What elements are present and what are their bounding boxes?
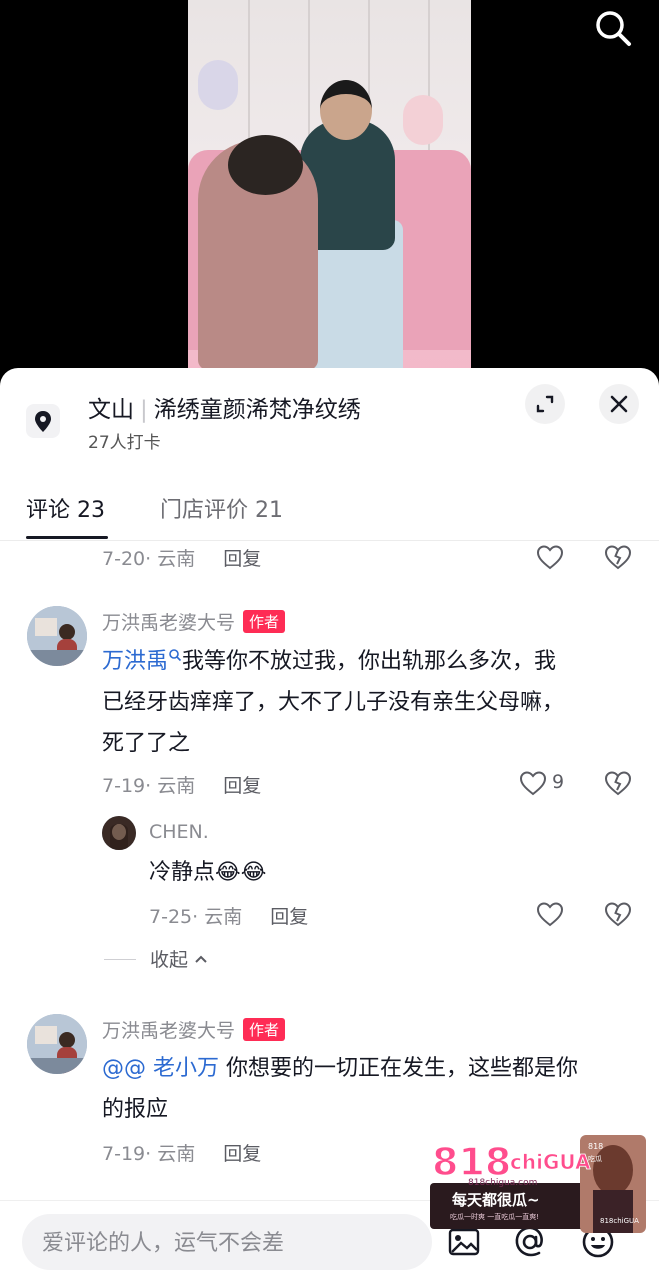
tab-comments[interactable]: 评论 23 [26, 492, 105, 524]
reply-button[interactable]: 回复 [223, 775, 261, 797]
reply-button[interactable]: 回复 [270, 906, 308, 928]
comment-meta: 7-20· 云南 回复 [102, 548, 262, 570]
comment-input[interactable] [40, 1214, 424, 1272]
comment-username[interactable]: 万洪禹老婆大号 作者 [102, 1016, 286, 1043]
mention-link[interactable]: 万洪禹 [102, 649, 168, 674]
collapse-replies-button[interactable]: 收起 [104, 945, 208, 972]
expand-button[interactable] [525, 384, 565, 424]
expand-icon [536, 395, 554, 413]
laughing-emoji: 😂😂 [215, 860, 267, 885]
location-pin-icon [26, 404, 60, 438]
close-button[interactable] [599, 384, 639, 424]
dislike-heart-icon[interactable] [603, 899, 633, 929]
comment-username[interactable]: 万洪禹老婆大号 作者 [102, 608, 286, 635]
comment-text: @@ 老小万 你想要的一切正在发生，这些都是你 的报应 [102, 1056, 578, 1122]
comment-text: 万洪禹 我等你不放过我，你出轨那么多次，我 已经牙齿痒痒了，大不了儿子没有亲生父母… [102, 649, 565, 756]
watermark-slogan: 每天都很瓜~ [452, 1191, 540, 1209]
chevron-up-icon [195, 955, 207, 963]
mention-link[interactable]: @@ 老小万 [102, 1056, 219, 1081]
comment-input-container[interactable] [22, 1214, 432, 1272]
like-count: 9 [552, 771, 565, 793]
location-shop: 浠绣童颜浠梵净纹绣 [153, 397, 361, 423]
heart-icon[interactable] [535, 899, 565, 929]
tab-active-indicator [26, 536, 108, 539]
avatar[interactable] [27, 606, 87, 666]
close-icon [610, 395, 628, 413]
video-frame [188, 0, 471, 380]
watermark-site: 818chigua.com [468, 1178, 537, 1188]
dislike-heart-icon[interactable] [603, 768, 633, 798]
video-player[interactable] [0, 0, 659, 380]
heart-icon[interactable] [535, 542, 565, 572]
avatar[interactable] [102, 816, 136, 850]
author-badge: 作者 [243, 610, 286, 633]
watermark-corner-mid: 吃瓜 [588, 1154, 602, 1163]
watermark-corner-top: 818 [588, 1142, 603, 1151]
avatar[interactable] [27, 1014, 87, 1074]
reply-button[interactable]: 回复 [223, 548, 261, 570]
watermark-small: 吃瓜一时爽 一直吃瓜一直爽! [450, 1212, 539, 1221]
watermark-word: chiGUA [510, 1150, 591, 1174]
comment-meta: 7-19· 云南 回复 [102, 1143, 262, 1165]
tab-store-reviews[interactable]: 门店评价 21 [160, 492, 283, 524]
author-badge: 作者 [243, 1018, 286, 1041]
search-icon[interactable] [593, 8, 633, 48]
dislike-heart-icon[interactable] [603, 542, 633, 572]
watermark-corner-bottom: 818chiGUA [600, 1217, 639, 1225]
location-title[interactable]: 文山 | 浠绣童颜浠梵净纹绣 [88, 390, 361, 424]
checkin-count: 27人打卡 [88, 433, 161, 453]
comment-meta: 7-19· 云南 回复 [102, 775, 262, 797]
watermark-logo: 818 chiGUA 818chigua.com 每天都很瓜~ 吃瓜一时爽 一直… [430, 1135, 646, 1233]
reply-text: 冷静点😂😂 [149, 860, 267, 885]
location-city: 文山 [88, 397, 134, 423]
comment-tabs: 评论 23 门店评价 21 [0, 488, 659, 541]
search-icon [169, 649, 182, 662]
reply-meta: 7-25· 云南 回复 [149, 906, 309, 928]
reply-button[interactable]: 回复 [223, 1143, 261, 1165]
reply-username[interactable]: CHEN. [149, 821, 209, 843]
heart-icon[interactable] [518, 768, 548, 798]
